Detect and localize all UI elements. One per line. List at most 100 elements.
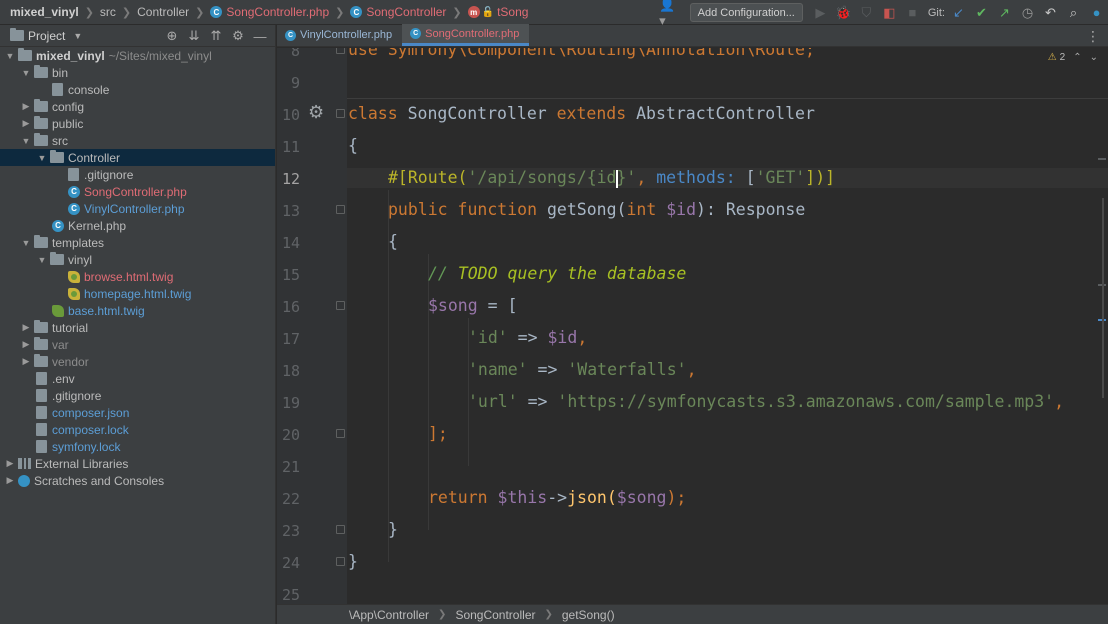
chevron-right-icon: ▶ <box>22 322 30 332</box>
code-editor[interactable]: 8 9 10 11 12 13 14 15 16 17 18 19 20 21 … <box>277 48 1108 604</box>
tree-item-templates[interactable]: ▼ templates <box>0 234 275 251</box>
tree-item-browse-twig[interactable]: browse.html.twig <box>0 268 275 285</box>
chevron-right-icon: ❯ <box>452 6 462 19</box>
stop-icon[interactable]: ■ <box>901 2 923 24</box>
lock-icon: 🔓 <box>481 6 495 18</box>
run-icon[interactable]: ▶ <box>809 2 831 24</box>
user-icon[interactable]: 👤▾ <box>659 0 681 28</box>
token: => <box>517 392 558 411</box>
tree-item-gitignore-root[interactable]: .gitignore <box>0 387 275 404</box>
tree-label: public <box>52 116 84 131</box>
tree-item-symfony-lock[interactable]: symfony.lock <box>0 438 275 455</box>
git-commit-icon[interactable]: ✔ <box>971 2 993 24</box>
coverage-icon[interactable]: ⛉ <box>855 2 877 24</box>
hide-icon[interactable]: — <box>249 29 271 44</box>
more-vertical-icon[interactable]: ⋮ <box>1086 25 1100 47</box>
token: query the database <box>497 264 687 283</box>
tree-item-composer-lock[interactable]: composer.lock <box>0 421 275 438</box>
project-view-selector[interactable]: Project ▼ <box>10 28 82 43</box>
tree-item-console[interactable]: console <box>0 81 275 98</box>
fold-marker-icon[interactable] <box>336 557 345 566</box>
fold-marker-icon[interactable] <box>336 48 345 54</box>
debug-icon[interactable]: 🐞 <box>832 2 854 24</box>
profile-icon[interactable]: ◧ <box>878 2 900 24</box>
token: , <box>577 328 588 347</box>
token: function <box>457 200 538 219</box>
updates-icon[interactable]: ● <box>1086 2 1108 24</box>
fold-marker-icon[interactable] <box>336 301 345 310</box>
git-update-icon[interactable]: ↙ <box>948 2 970 24</box>
tree-label: var <box>52 337 69 352</box>
gear-icon[interactable]: ⚙ <box>227 28 249 44</box>
nav-crumb-controller[interactable]: Controller <box>137 5 189 19</box>
inspection-widget[interactable]: ⚠ 2 ⌃ ⌄ <box>1048 52 1098 63</box>
project-panel-title: Project <box>28 28 66 43</box>
tree-item-src[interactable]: ▼ src <box>0 132 275 149</box>
tree-item-root[interactable]: ▼ mixed_vinyl ~/Sites/mixed_vinyl <box>0 47 275 64</box>
line-number: 19 <box>281 394 300 412</box>
breadcrumb-namespace[interactable]: \App\Controller <box>349 608 429 622</box>
nav-crumb-src[interactable]: src <box>100 5 116 19</box>
nav-crumb-class[interactable]: C SongController <box>350 5 446 19</box>
gear-icon[interactable]: ⚙ <box>308 103 326 121</box>
tree-item-controller[interactable]: ▼ Controller <box>0 149 275 166</box>
nav-crumb-method[interactable]: m 🔓 tSong <box>467 5 528 19</box>
tree-item-gitignore-controller[interactable]: .gitignore <box>0 166 275 183</box>
breadcrumb-class[interactable]: SongController <box>455 608 535 622</box>
tree-item-tutorial[interactable]: ▶ tutorial <box>0 319 275 336</box>
nav-crumb-file[interactable]: C SongController.php <box>210 5 329 19</box>
tree-item-env[interactable]: .env <box>0 370 275 387</box>
fold-marker-icon[interactable] <box>336 429 345 438</box>
tree-item-songcontroller[interactable]: C SongController.php <box>0 183 275 200</box>
search-icon[interactable]: ⌕ <box>1063 2 1085 24</box>
chevron-up-icon[interactable]: ⌃ <box>1073 52 1081 63</box>
tree-item-vinyl[interactable]: ▼ vinyl <box>0 251 275 268</box>
tree-item-var[interactable]: ▶ var <box>0 336 275 353</box>
tree-label: .env <box>52 371 75 386</box>
rollback-icon[interactable]: ↶ <box>1040 2 1062 24</box>
tree-item-public[interactable]: ▶ public <box>0 115 275 132</box>
folder-icon <box>34 65 48 78</box>
tree-item-homepage-twig[interactable]: homepage.html.twig <box>0 285 275 302</box>
tree-item-vinylcontroller[interactable]: C VinylController.php <box>0 200 275 217</box>
editor-scrollbar[interactable] <box>1096 48 1108 604</box>
tree-item-bin[interactable]: ▼ bin <box>0 64 275 81</box>
tree-label: composer.lock <box>52 422 129 437</box>
php-class-icon: C <box>350 6 363 18</box>
fold-marker-icon[interactable] <box>336 109 345 118</box>
tree-item-external-libraries[interactable]: ▶ External Libraries <box>0 455 275 472</box>
tree-item-scratches[interactable]: ▶ Scratches and Consoles <box>0 472 275 489</box>
line-number: 12 <box>281 170 300 188</box>
token: Response <box>725 200 806 219</box>
token: ]; <box>428 424 448 443</box>
add-configuration-button[interactable]: Add Configuration... <box>689 3 803 22</box>
locate-icon[interactable]: ⊕ <box>161 28 183 44</box>
line-number: 21 <box>281 458 300 476</box>
scrollbar-thumb[interactable] <box>1102 198 1104 398</box>
nav-crumb-project[interactable]: mixed_vinyl <box>10 5 79 19</box>
token: $id <box>666 200 697 219</box>
fold-marker-icon[interactable] <box>336 525 345 534</box>
line-number: 15 <box>281 266 300 284</box>
folder-icon <box>50 252 64 265</box>
token: , <box>686 360 697 379</box>
tree-item-base-twig[interactable]: base.html.twig <box>0 302 275 319</box>
tree-item-config[interactable]: ▶ config <box>0 98 275 115</box>
collapse-all-icon[interactable]: ⇈ <box>205 28 227 44</box>
tree-item-kernel[interactable]: C Kernel.php <box>0 217 275 234</box>
chevron-right-icon: ▶ <box>22 339 30 349</box>
fold-marker-icon[interactable] <box>336 205 345 214</box>
tab-vinylcontroller[interactable]: C VinylController.php <box>277 24 402 46</box>
expand-all-icon[interactable]: ⇊ <box>183 28 205 44</box>
tab-songcontroller[interactable]: C SongController.php <box>402 24 530 46</box>
text-file-icon <box>36 372 47 385</box>
token: // <box>428 264 458 283</box>
tree-item-vendor[interactable]: ▶ vendor <box>0 353 275 370</box>
git-push-icon[interactable]: ↗ <box>994 2 1016 24</box>
breadcrumb-method[interactable]: getSong() <box>562 608 615 622</box>
tree-label: symfony.lock <box>52 439 121 454</box>
history-icon[interactable]: ◷ <box>1017 2 1039 24</box>
tree-item-composer-json[interactable]: composer.json <box>0 404 275 421</box>
json-file-icon <box>36 406 47 419</box>
project-panel: Project ▼ ⊕ ⇊ ⇈ ⚙ — ▼ mixed_vinyl ~/Site… <box>0 25 276 624</box>
